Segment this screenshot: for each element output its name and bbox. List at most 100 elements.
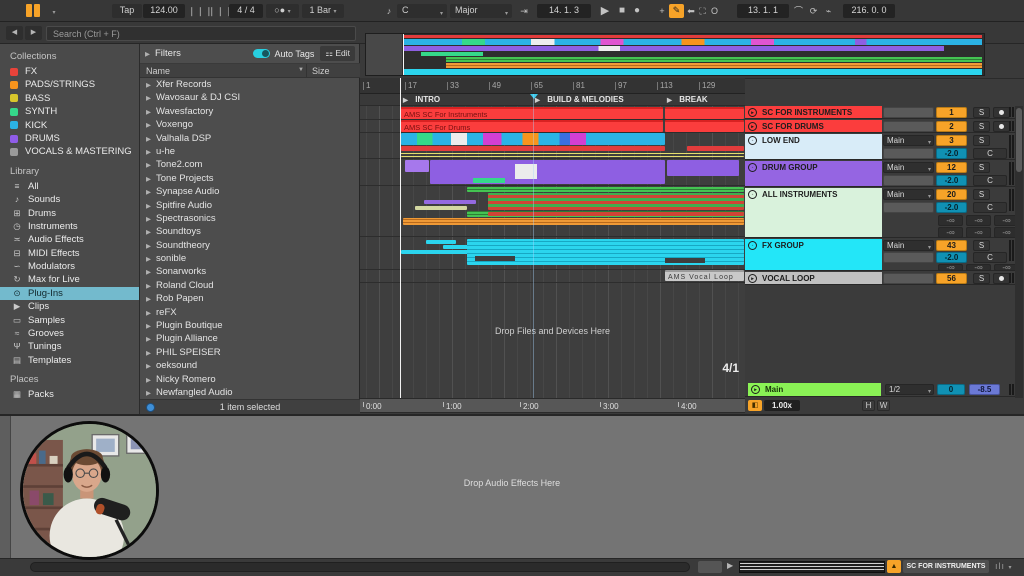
selected-track-badge[interactable]: SC FOR INSTRUMENTS	[903, 560, 989, 573]
beat-time-ruler[interactable]: 1173349658197113129	[360, 78, 745, 94]
quantization-menu[interactable]: 1 Bar ▾	[302, 4, 344, 18]
filters-label[interactable]: Filters	[155, 48, 181, 59]
key-midi-levels-icon[interactable]: ılı ▾	[995, 561, 1013, 571]
vendor-row[interactable]: ▶Tone2.com	[140, 158, 360, 171]
vendor-row[interactable]: ▶Spitfire Audio	[140, 199, 360, 212]
send-level-box[interactable]: -∞	[966, 215, 991, 226]
group-fold-icon[interactable]: ◦	[748, 136, 757, 145]
library-item[interactable]: ⊙ Plug-Ins	[0, 287, 139, 300]
follow-button[interactable]: ⇥	[514, 4, 534, 18]
track-input-box[interactable]	[883, 121, 934, 132]
track-name-block[interactable]: ◦LOW END	[745, 134, 882, 159]
clip-allinst-white[interactable]	[415, 206, 467, 210]
expand-arrow-icon[interactable]: ▶	[146, 269, 151, 276]
track-row-all-instruments[interactable]: ◦ALL INSTRUMENTS Main▾ 20 S -2.0 C -∞ -∞…	[745, 188, 1015, 238]
vendor-row[interactable]: ▶sonible	[140, 252, 360, 265]
expand-arrow-icon[interactable]: ▶	[146, 350, 151, 357]
track-number-box[interactable]: 2	[936, 121, 967, 132]
clip-sc-drums-2[interactable]	[665, 120, 744, 132]
name-column-header[interactable]: Name	[146, 66, 170, 76]
tempo-display[interactable]: 124.00	[143, 4, 185, 18]
play-button[interactable]: ▶	[598, 4, 612, 18]
collection-item[interactable]: BASS	[0, 92, 139, 105]
vendor-row[interactable]: ▶Wavosaur & DJ CSI	[140, 91, 360, 104]
track-name-block[interactable]: ▸VOCAL LOOP	[745, 272, 882, 284]
clip-drumgroup-a[interactable]	[405, 160, 429, 172]
draw-mode-button[interactable]: ✎	[669, 4, 684, 18]
locator-intro[interactable]: ▶ INTRO	[403, 95, 440, 104]
key-scale-menu[interactable]: Major▾	[450, 4, 512, 18]
track-number-box[interactable]: 3	[936, 135, 967, 146]
back-to-arrangement-icon[interactable]: ⬅	[686, 4, 696, 18]
output-routing-menu[interactable]: Main▾	[883, 135, 934, 146]
vendor-row[interactable]: ▶u-he	[140, 145, 360, 158]
loop-length-display[interactable]: 216. 0. 0	[843, 4, 895, 18]
library-item[interactable]: ♪ Sounds	[0, 193, 139, 206]
minutes-ruler[interactable]: 0:001:002:003:004:00	[360, 398, 745, 413]
expand-arrow-icon[interactable]: ▶	[146, 363, 151, 370]
collection-item[interactable]: SYNTH	[0, 105, 139, 118]
main-volume-box[interactable]: 0	[937, 384, 965, 395]
track-input-box[interactable]	[883, 273, 934, 284]
arm-button[interactable]	[993, 107, 1010, 118]
main-track-name-block[interactable]: ▸Main	[748, 383, 881, 396]
pan-box[interactable]: C	[973, 252, 1007, 263]
vendor-row[interactable]: ▶Synapse Audio	[140, 185, 360, 198]
filters-expand-icon[interactable]: ▶	[145, 50, 150, 58]
expand-arrow-icon[interactable]: ▶	[146, 296, 151, 303]
clip-lowend-yellow-lines[interactable]	[401, 151, 744, 157]
library-item[interactable]: ≈ Grooves	[0, 327, 139, 340]
group-fold-icon[interactable]: ◦	[748, 190, 757, 199]
expand-arrow-icon[interactable]: ▶	[146, 203, 151, 210]
solo-button[interactable]: S	[973, 162, 990, 173]
playhead[interactable]	[400, 78, 401, 398]
track-name-block[interactable]: ▸SC FOR INSTRUMENTS	[745, 106, 882, 118]
logo-menu-caret-icon[interactable]: ▾	[50, 4, 58, 18]
expand-arrow-icon[interactable]: ▶	[146, 109, 151, 116]
vendor-row[interactable]: ▶Plugin Boutique	[140, 319, 360, 332]
vendor-row[interactable]: ▶Tone Projects	[140, 172, 360, 185]
metronome-button[interactable]: ○● ▾	[266, 4, 299, 18]
library-item[interactable]: ≍ Audio Effects	[0, 233, 139, 246]
expand-arrow-icon[interactable]: ▶	[146, 149, 151, 156]
pan-box[interactable]: C	[973, 148, 1007, 159]
track-row-vocal-loop[interactable]: ▸VOCAL LOOP 56 S	[745, 272, 1015, 285]
browser-back-button[interactable]: ◀	[6, 26, 23, 40]
library-item[interactable]: ◷ Instruments	[0, 220, 139, 233]
expand-arrow-icon[interactable]: ▶	[146, 390, 151, 397]
library-item[interactable]: ▤ Templates	[0, 354, 139, 367]
loop-start-display[interactable]: 13. 1. 1	[737, 4, 789, 18]
locator-build[interactable]: ▶ BUILD & MELODIES	[535, 95, 624, 104]
loop-icon[interactable]: ⟳	[807, 4, 820, 18]
track-name-block[interactable]: ◦ALL INSTRUMENTS	[745, 188, 882, 237]
collection-item[interactable]: PADS/STRINGS	[0, 78, 139, 91]
expand-arrow-icon[interactable]: ▶	[146, 216, 151, 223]
clip-allinst-orange[interactable]	[403, 218, 744, 225]
vendor-row[interactable]: ▶Xfer Records	[140, 78, 360, 91]
track-number-box[interactable]: 43	[936, 240, 967, 251]
vendor-row[interactable]: ▶oeksound	[140, 359, 360, 372]
group-fold-icon[interactable]: ◦	[748, 163, 757, 172]
tap-tempo-button[interactable]: Tap	[112, 4, 142, 18]
solo-button[interactable]: S	[973, 273, 990, 284]
main-track-row[interactable]: ▸Main 1/2▾ 0 -8.5	[745, 383, 1015, 397]
playback-speed-icon[interactable]: ◧	[748, 400, 762, 411]
expand-arrow-icon[interactable]: ▶	[146, 189, 151, 196]
key-root-menu[interactable]: C▾	[397, 4, 447, 18]
locator-break[interactable]: ▶ BREAK	[667, 95, 708, 104]
auto-tags-toggle[interactable]	[253, 49, 270, 58]
send-level-box[interactable]: -∞	[966, 264, 991, 271]
clip-preview-minimap[interactable]	[739, 561, 885, 573]
vendor-row[interactable]: ▶Roland Cloud	[140, 279, 360, 292]
playback-speed-display[interactable]: 1.00x	[764, 400, 800, 411]
clip-sc-instruments-2[interactable]	[665, 107, 744, 119]
add-track-icon[interactable]: +	[657, 4, 667, 18]
solo-button[interactable]: S	[973, 135, 990, 146]
re-enable-automation-icon[interactable]: O	[709, 4, 720, 18]
library-item[interactable]: ↻ Max for Live	[0, 273, 139, 286]
collection-item[interactable]: FX	[0, 65, 139, 78]
track-row-fx-group[interactable]: ◦FX GROUP Main▾ 43 S -2.0 C -∞ -∞ -∞	[745, 239, 1015, 271]
automation-mode-icon[interactable]: ⛶	[697, 4, 708, 18]
clip-drumgroup-b[interactable]	[667, 160, 739, 176]
clip-allinst-purple[interactable]	[424, 200, 476, 204]
